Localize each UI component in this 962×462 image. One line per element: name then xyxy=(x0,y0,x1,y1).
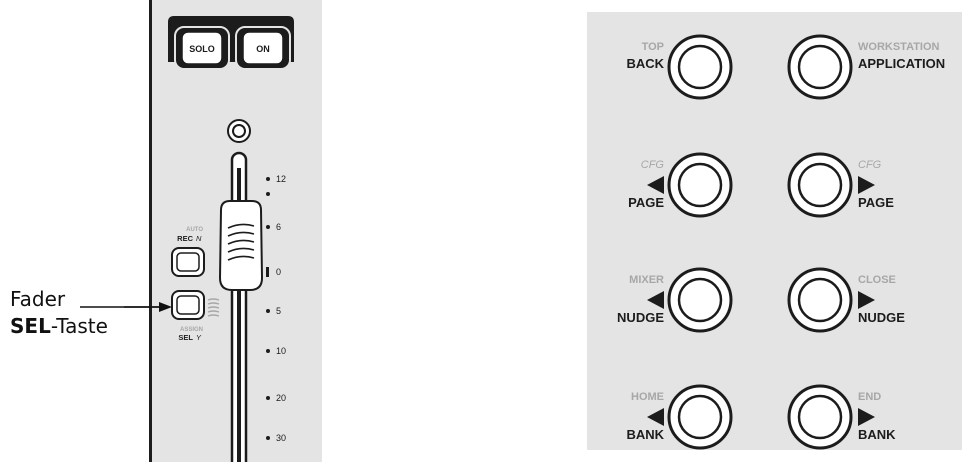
scale-dot xyxy=(266,436,270,440)
rec-key: N xyxy=(196,234,202,243)
scale-label: 20 xyxy=(276,393,286,403)
scale-dot xyxy=(266,349,270,353)
scale-label: 5 xyxy=(276,306,281,316)
nav-bottom-label: NUDGE xyxy=(858,310,905,325)
solo-label: SOLO xyxy=(189,44,215,54)
scale-label: 6 xyxy=(276,222,281,232)
scale-label: 12 xyxy=(276,174,286,184)
scale-dot xyxy=(266,225,270,229)
nav-panel: TOP BACK WORKSTATION APPLICATION CFG PAGE CFG P… xyxy=(587,12,962,450)
fader-cap[interactable] xyxy=(218,200,264,291)
nav-top-label: END xyxy=(858,391,881,403)
nav-bottom-label: BANK xyxy=(858,427,896,442)
rec-top-label: AUTO xyxy=(186,227,203,233)
callout-rest: -Taste xyxy=(51,314,108,338)
nav-top-label: HOME xyxy=(631,391,664,403)
nav-bottom-label: PAGE xyxy=(628,195,664,210)
nav-top-label: CLOSE xyxy=(858,274,896,286)
rec-button[interactable] xyxy=(171,247,205,277)
scale-label: 0 xyxy=(276,267,281,277)
scale-zero-mark xyxy=(266,267,269,277)
scale-dot xyxy=(266,309,270,313)
nav-bottom-label: NUDGE xyxy=(617,310,664,325)
on-label: ON xyxy=(256,44,270,54)
callout-bold: SEL xyxy=(10,314,51,338)
diagram: SOLO ON 12 6 0 5 10 20 30 AUTO REC N ASSIGN SE… xyxy=(10,0,962,462)
callout-line1: Fader xyxy=(10,287,66,311)
scale-dot xyxy=(266,396,270,400)
nav-top-label: MIXER xyxy=(629,274,664,286)
fader-sel-callout: Fader SEL-Taste xyxy=(10,287,172,338)
rec-label: REC xyxy=(177,234,193,243)
scale-label: 30 xyxy=(276,433,286,443)
callout-line2: SEL-Taste xyxy=(10,314,108,338)
channel-strip: SOLO ON 12 6 0 5 10 20 30 AUTO REC N ASSIGN SE… xyxy=(149,0,322,462)
nav-top-label: CFG xyxy=(641,159,665,171)
sel-button[interactable] xyxy=(171,290,205,320)
nav-bottom-label: BANK xyxy=(626,427,664,442)
strip-edge xyxy=(149,0,152,462)
scale-label: 10 xyxy=(276,346,286,356)
scale-dot xyxy=(266,177,270,181)
nav-top-label: CFG xyxy=(858,159,882,171)
nav-top-label: WORKSTATION xyxy=(858,41,940,53)
nav-panel-bg xyxy=(587,12,962,450)
nav-bottom-label: PAGE xyxy=(858,195,894,210)
scale-dot xyxy=(266,192,270,196)
sel-label: SEL xyxy=(178,333,193,342)
nav-bottom-label: APPLICATION xyxy=(858,56,945,71)
nav-top-label: TOP xyxy=(642,41,664,53)
channel-knob[interactable] xyxy=(227,119,251,143)
nav-bottom-label: BACK xyxy=(626,56,664,71)
